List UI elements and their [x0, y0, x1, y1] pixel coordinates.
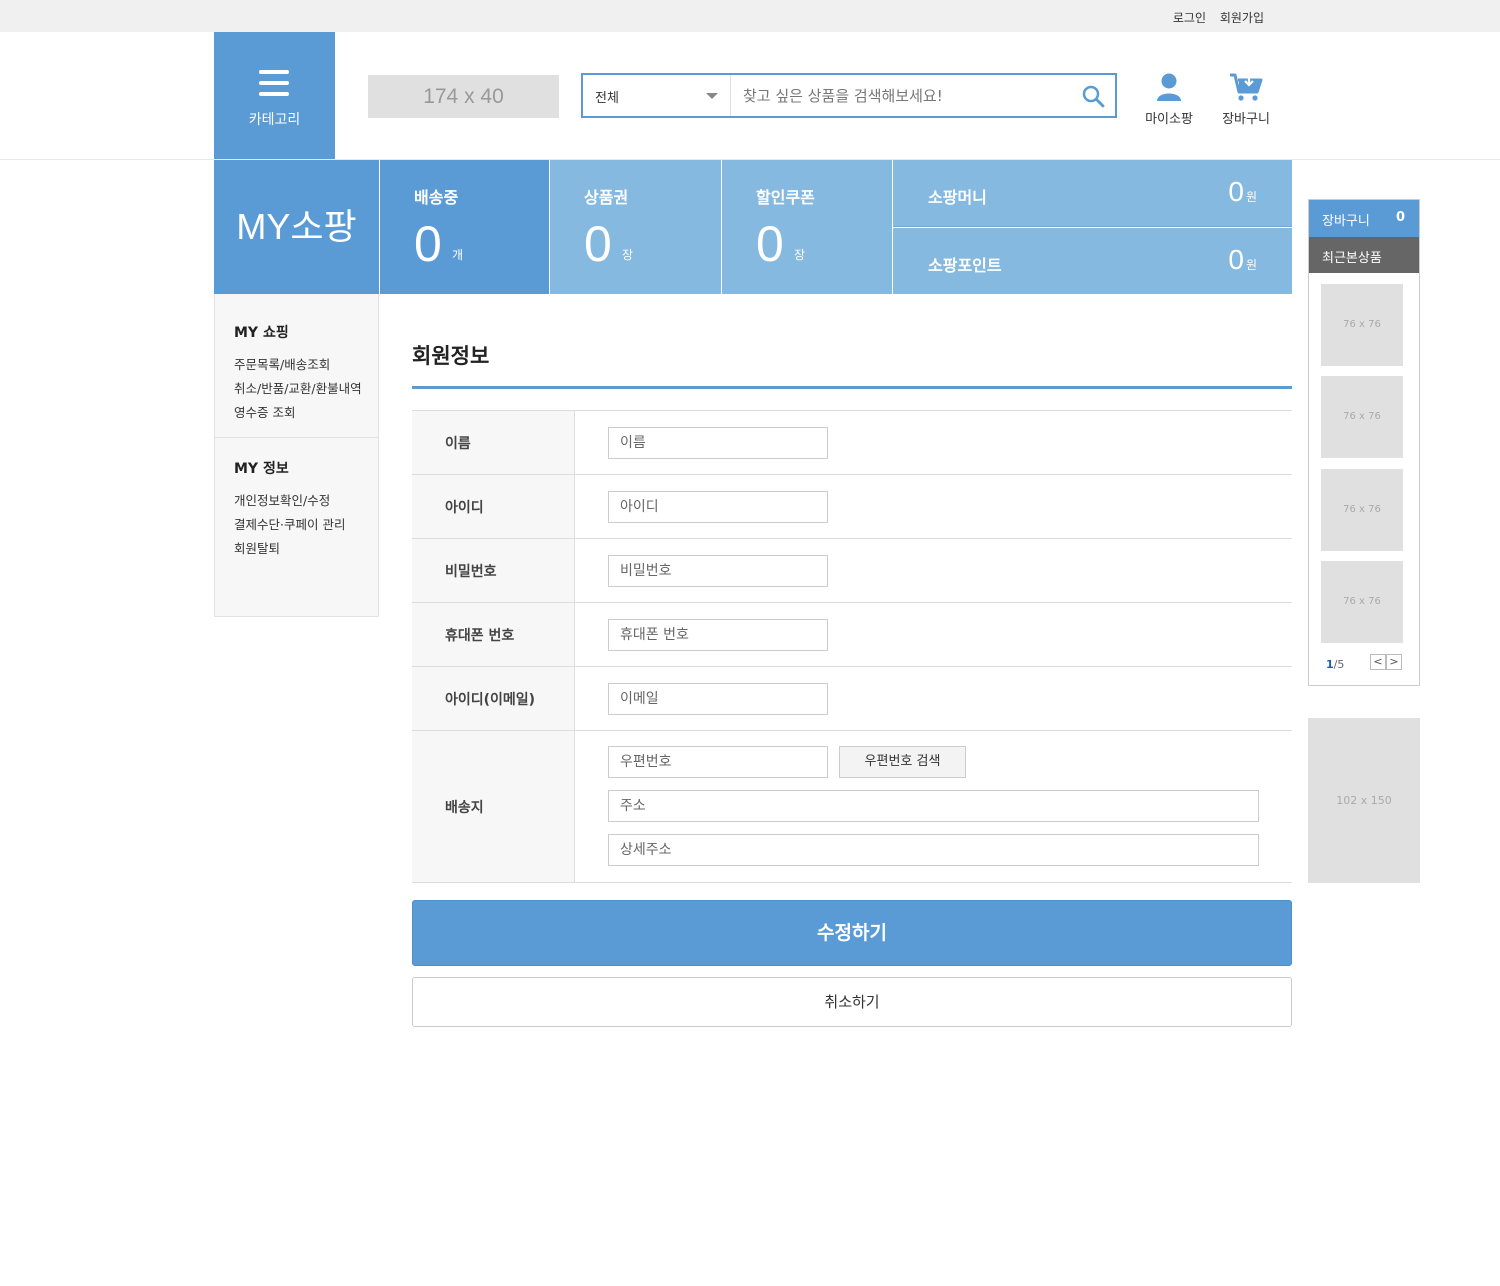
stat-point[interactable]: 소팡포인트 0 원 — [893, 228, 1292, 294]
id-field[interactable] — [608, 491, 828, 523]
search-category-select[interactable]: 전체 — [583, 75, 731, 116]
search-input[interactable] — [733, 75, 1073, 116]
search-bar: 전체 — [581, 73, 1117, 118]
recent-pager-arrows: < > — [1370, 654, 1402, 670]
stat-value: 0 — [414, 216, 442, 272]
phone-field[interactable] — [608, 619, 828, 651]
money-unit: 원 — [1245, 190, 1257, 204]
top-utility-bar: 로그인 회원가입 — [0, 0, 1500, 32]
sidebar-group-shopping: MY 쇼핑 주문목록/배송조회 취소/반품/교환/환불내역 영수증 조회 — [215, 294, 378, 421]
signup-link[interactable]: 회원가입 — [1220, 11, 1264, 25]
chevron-down-icon — [706, 93, 718, 99]
field-label: 아이디 — [412, 475, 575, 538]
stat-label: 상품권 — [584, 188, 629, 207]
user-icon — [1157, 73, 1181, 101]
stat-label: 배송중 — [414, 188, 459, 207]
stat-value: 0 — [584, 216, 612, 272]
stat-label: 할인쿠폰 — [756, 188, 815, 207]
mypage-label: 마이소팡 — [1145, 112, 1193, 127]
quick-cart-button[interactable]: 장바구니 0 — [1309, 200, 1419, 237]
email-field[interactable] — [608, 683, 828, 715]
recent-product-thumb[interactable]: 76 x 76 — [1321, 284, 1403, 366]
sidebar-item-profile[interactable]: 개인정보확인/수정 — [234, 492, 364, 509]
sidebar-item-payment[interactable]: 결제수단·쿠페이 관리 — [234, 516, 364, 533]
field-label: 배송지 — [412, 731, 575, 882]
sidebar-item-withdraw[interactable]: 회원탈퇴 — [234, 540, 364, 557]
recent-product-thumb[interactable]: 76 x 76 — [1321, 561, 1403, 643]
point-unit: 원 — [1245, 258, 1257, 272]
password-field[interactable] — [608, 555, 828, 587]
save-button[interactable]: 수정하기 — [412, 900, 1292, 966]
money-value: 0 — [1228, 176, 1244, 207]
address-field[interactable] — [608, 790, 1259, 822]
money-label: 소팡머니 — [928, 188, 987, 207]
ad-banner-placeholder[interactable]: 102 x 150 — [1308, 718, 1420, 883]
field-label: 휴대폰 번호 — [412, 603, 575, 666]
page-title: 회원정보 — [412, 344, 490, 368]
field-label: 비밀번호 — [412, 539, 575, 602]
stat-unit: 개 — [452, 248, 464, 262]
login-link[interactable]: 로그인 — [1173, 11, 1206, 25]
form-row-address: 배송지 우편번호 검색 — [412, 731, 1292, 883]
zipcode-search-button[interactable]: 우편번호 검색 — [839, 746, 966, 778]
cart-button[interactable]: 장바구니 — [1215, 72, 1277, 127]
quick-panel: 장바구니 0 최근본상품 76 x 76 76 x 76 76 x 76 76 … — [1308, 199, 1420, 686]
stat-unit: 장 — [622, 248, 634, 262]
category-button[interactable]: 카테고리 — [214, 32, 335, 159]
menu-icon — [259, 70, 289, 96]
name-field[interactable] — [608, 427, 828, 459]
recent-product-thumb[interactable]: 76 x 76 — [1321, 469, 1403, 551]
point-value: 0 — [1228, 244, 1244, 275]
sidebar-group-title: MY 정보 — [234, 461, 289, 477]
form-row-password: 비밀번호 — [412, 539, 1292, 603]
field-label: 아이디(이메일) — [412, 667, 575, 730]
chevron-left-icon[interactable]: < — [1370, 654, 1386, 670]
sidebar: MY 쇼핑 주문목록/배송조회 취소/반품/교환/환불내역 영수증 조회 MY … — [214, 294, 379, 617]
cart-icon — [1230, 73, 1263, 101]
title-divider — [412, 386, 1292, 389]
address-detail-field[interactable] — [608, 834, 1259, 866]
form-row-phone: 휴대폰 번호 — [412, 603, 1292, 667]
category-label: 카테고리 — [248, 112, 301, 128]
sidebar-group-info: MY 정보 개인정보확인/수정 결제수단·쿠페이 관리 회원탈퇴 — [215, 438, 378, 557]
stat-value: 0 — [756, 216, 784, 272]
form-row-name: 이름 — [412, 411, 1292, 475]
sidebar-item-receipts[interactable]: 영수증 조회 — [234, 404, 364, 421]
form-row-email: 아이디(이메일) — [412, 667, 1292, 731]
account-links: 로그인 회원가입 — [1163, 9, 1264, 26]
stat-coupon[interactable]: 할인쿠폰 0 장 — [722, 160, 892, 294]
stat-unit: 장 — [794, 248, 806, 262]
zipcode-field[interactable] — [608, 746, 828, 778]
recent-product-thumb[interactable]: 76 x 76 — [1321, 376, 1403, 458]
mypage-button[interactable]: 마이소팡 — [1140, 72, 1198, 127]
cart-label: 장바구니 — [1222, 112, 1270, 127]
stat-money[interactable]: 소팡머니 0 원 — [893, 160, 1292, 227]
cancel-button[interactable]: 취소하기 — [412, 977, 1292, 1027]
member-info-form: 이름 아이디 비밀번호 휴대폰 번호 아이디(이메일) 배송지 우편번호 검색 — [412, 410, 1292, 883]
recent-products-header: 최근본상품 — [1309, 237, 1419, 273]
recent-pager-indicator: 1/5 — [1326, 658, 1344, 671]
quick-cart-count: 0 — [1395, 210, 1405, 225]
point-label: 소팡포인트 — [928, 256, 1002, 275]
pager-current: 1 — [1326, 658, 1334, 671]
chevron-right-icon[interactable]: > — [1386, 654, 1402, 670]
my-page-title: MY소팡 — [214, 160, 379, 294]
sidebar-item-returns[interactable]: 취소/반품/교환/환불내역 — [234, 380, 364, 397]
stat-gift-card[interactable]: 상품권 0 장 — [550, 160, 721, 294]
field-label: 이름 — [412, 411, 575, 474]
my-summary-banner: MY소팡 배송중 0 개 상품권 0 장 할인쿠폰 0 장 소팡머니 0 원 소… — [214, 160, 1292, 294]
pager-total: /5 — [1333, 658, 1345, 671]
logo-placeholder[interactable]: 174 x 40 — [368, 75, 559, 118]
sidebar-item-orders[interactable]: 주문목록/배송조회 — [234, 356, 364, 373]
quick-cart-label: 장바구니 — [1322, 214, 1370, 229]
search-icon[interactable] — [1081, 84, 1105, 108]
sidebar-group-title: MY 쇼핑 — [234, 325, 289, 341]
search-category-value: 전체 — [595, 91, 619, 106]
header: 카테고리 174 x 40 전체 마이소팡 장바구니 — [0, 32, 1500, 160]
form-row-id: 아이디 — [412, 475, 1292, 539]
stat-shipping[interactable]: 배송중 0 개 — [380, 160, 549, 294]
